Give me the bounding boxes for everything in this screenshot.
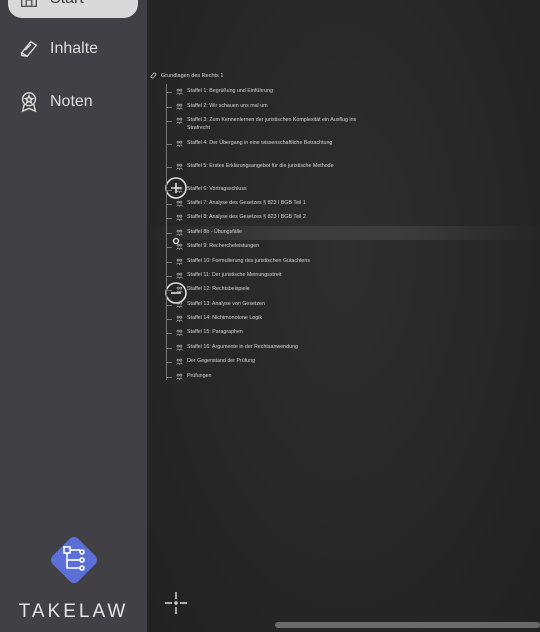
tree-node-label: Der Gegenstand der Prüfung bbox=[187, 358, 256, 364]
tree-node-label: Staffel 1: Begrüßung und Einführung bbox=[187, 88, 273, 94]
tree-root-label: Grundlagen des Rechts 1 bbox=[161, 72, 224, 79]
tree-branch bbox=[166, 167, 172, 168]
book-icon bbox=[150, 72, 157, 79]
tree-branch bbox=[166, 107, 172, 108]
tree-node[interactable]: Staffel 6: Vortragsschluss bbox=[166, 186, 366, 194]
lesson-icon bbox=[176, 315, 183, 322]
tree-node[interactable]: Staffel 14: Nichtmonotone Logik bbox=[166, 315, 366, 323]
tree-branch bbox=[166, 218, 172, 219]
tree-node[interactable]: Der Gegenstand der Prüfung bbox=[166, 358, 366, 366]
tree-branch bbox=[166, 144, 172, 145]
tree-node-label: Staffel 8: Analyse des Gesetzes § 823 I … bbox=[187, 214, 306, 220]
crosshair-icon[interactable] bbox=[163, 590, 189, 616]
sidebar-item-inhalte[interactable]: Inhalte bbox=[8, 30, 138, 68]
tree-node-label: Staffel 9: Rechercheleistungen bbox=[187, 243, 260, 249]
circuit-diamond-icon bbox=[50, 537, 97, 583]
lesson-icon bbox=[176, 229, 183, 236]
tree-node-label: Staffel 16: Argumente in der Rechtsanwen… bbox=[187, 344, 298, 350]
tree-branch bbox=[166, 204, 172, 205]
tree-branch bbox=[166, 233, 172, 234]
lesson-icon bbox=[176, 186, 183, 193]
tree-node-label: Prüfungen bbox=[187, 373, 212, 379]
tree-node[interactable]: Staffel 9: Rechercheleistungen bbox=[166, 243, 366, 251]
tree-node[interactable]: Staffel 5: Erstes Erklärungsangebot für … bbox=[166, 163, 366, 171]
lesson-icon bbox=[176, 286, 183, 293]
tree-node-label: Staffel 12: Rechtsbeispiele bbox=[187, 286, 250, 292]
tree-branch bbox=[166, 276, 172, 277]
horizontal-scrollbar[interactable] bbox=[275, 622, 540, 628]
tree-node[interactable]: Staffel 7: Analyse des Gesetzes § 823 I … bbox=[166, 200, 366, 208]
tree-node[interactable]: Staffel 15: Paragraphen bbox=[166, 329, 366, 337]
tree-node-label: Staffel 14: Nichtmonotone Logik bbox=[187, 315, 262, 321]
tree-branch bbox=[166, 290, 172, 291]
tree-branch bbox=[166, 333, 172, 334]
tree-node[interactable]: Staffel 12: Rechtsbeispiele bbox=[166, 286, 366, 294]
lesson-icon bbox=[176, 117, 183, 124]
tree-branch bbox=[166, 377, 172, 378]
tree-node[interactable]: Staffel 4: Der Übergang in eine wissensc… bbox=[166, 140, 366, 148]
tree-branch bbox=[166, 92, 172, 93]
award-icon bbox=[21, 92, 37, 113]
sidebar-item-label: Start bbox=[50, 0, 84, 8]
home-icon bbox=[20, 0, 38, 8]
tree-node-label: Staffel 13: Analyse von Gesetzen bbox=[187, 301, 265, 307]
tree-node-label: Staffel 8b - Übungsfälle bbox=[187, 229, 242, 235]
sidebar: Start Inhalte Noten TAKELAW bbox=[0, 0, 147, 632]
sidebar-item-start[interactable]: Start bbox=[8, 0, 138, 18]
tree-node[interactable]: Prüfungen bbox=[166, 373, 366, 381]
tree-branch bbox=[166, 121, 172, 122]
tree-node-label: Staffel 6: Vortragsschluss bbox=[187, 186, 247, 192]
lesson-icon bbox=[176, 140, 183, 147]
lesson-icon bbox=[176, 373, 183, 380]
tree-branch bbox=[166, 319, 172, 320]
tree-branch bbox=[166, 362, 172, 363]
tree-branch bbox=[166, 190, 172, 191]
tree-node[interactable]: Staffel 1: Begrüßung und Einführung bbox=[166, 88, 366, 96]
tree-node-label: Staffel 5: Erstes Erklärungsangebot für … bbox=[187, 163, 334, 169]
lesson-icon bbox=[176, 329, 183, 336]
lesson-icon bbox=[176, 358, 183, 365]
lesson-icon bbox=[176, 163, 183, 170]
lesson-icon bbox=[176, 344, 183, 351]
tree-node[interactable]: Staffel 10: Formulierung des juristische… bbox=[166, 258, 366, 266]
tree-node[interactable]: Staffel 8: Analyse des Gesetzes § 823 I … bbox=[166, 214, 366, 222]
lesson-icon bbox=[176, 272, 183, 279]
sidebar-item-label: Inhalte bbox=[50, 40, 99, 57]
sidebar-item-noten[interactable]: Noten bbox=[8, 83, 138, 121]
tree-node-label: Staffel 2: Wir schauen uns mal um bbox=[187, 103, 268, 109]
tree-node[interactable]: Staffel 16: Argumente in der Rechtsanwen… bbox=[166, 344, 366, 352]
lesson-icon bbox=[176, 243, 183, 250]
book-icon bbox=[20, 40, 38, 58]
takelaw-logo: TAKELAW bbox=[0, 530, 147, 623]
tree-node-label: Staffel 15: Paragraphen bbox=[187, 329, 243, 335]
lesson-icon bbox=[176, 301, 183, 308]
lesson-icon bbox=[176, 200, 183, 207]
sidebar-item-label: Noten bbox=[50, 93, 93, 110]
tree-branch bbox=[166, 262, 172, 263]
logo-text: TAKELAW bbox=[18, 601, 129, 622]
tree-node-label: Staffel 4: Der Übergang in eine wissensc… bbox=[187, 140, 333, 146]
tree-node[interactable]: Staffel 8b - Übungsfälle bbox=[166, 229, 366, 237]
lesson-icon bbox=[176, 214, 183, 221]
tree-root[interactable]: Grundlagen des Rechts 1 bbox=[150, 72, 223, 79]
tree-node-label: Staffel 11: Der juristische Meinungsstre… bbox=[187, 272, 282, 278]
tree-node-label: Staffel 10: Formulierung des juristische… bbox=[187, 258, 310, 264]
tree-node[interactable]: Staffel 2: Wir schauen uns mal um bbox=[166, 103, 366, 111]
tree-node[interactable]: Staffel 11: Der juristische Meinungsstre… bbox=[166, 272, 366, 280]
tree-node[interactable]: Staffel 13: Analyse von Gesetzen bbox=[166, 301, 366, 309]
lesson-icon bbox=[176, 103, 183, 110]
tree-branch bbox=[166, 247, 172, 248]
tree-node[interactable]: Staffel 3: Zum Kennenlernen der juristis… bbox=[166, 117, 366, 132]
tree-node-label: Staffel 7: Analyse des Gesetzes § 823 I … bbox=[187, 200, 306, 206]
tree-branch bbox=[166, 305, 172, 306]
tree-node-label: Staffel 3: Zum Kennenlernen der juristis… bbox=[187, 117, 357, 131]
tree-branch bbox=[166, 348, 172, 349]
lesson-icon bbox=[176, 258, 183, 265]
lesson-icon bbox=[176, 88, 183, 95]
